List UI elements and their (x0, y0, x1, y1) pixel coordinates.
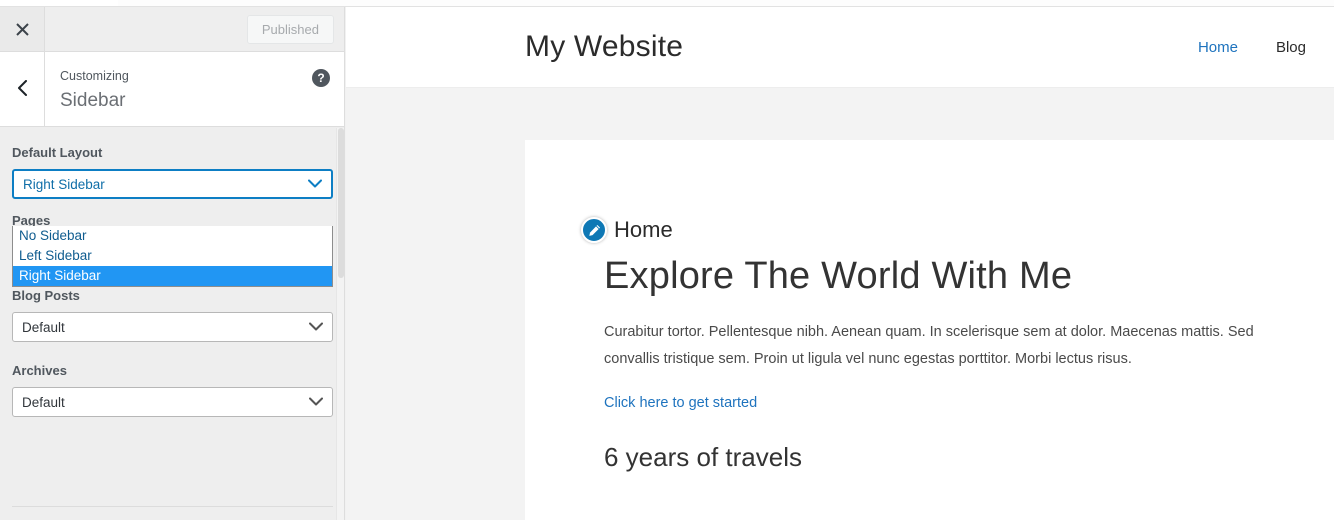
nav-link-home[interactable]: Home (1198, 39, 1238, 56)
top-strip-inner (118, 0, 1334, 6)
post-title: Explore The World With Me (604, 255, 1334, 298)
close-button[interactable] (0, 7, 45, 51)
customizing-label: Customizing (60, 68, 328, 84)
dropdown-option-left-sidebar[interactable]: Left Sidebar (13, 246, 332, 266)
control-label-default-layout: Default Layout (12, 145, 332, 160)
select-archives-value: Default (22, 395, 65, 410)
chevron-down-icon (308, 177, 322, 192)
post-meta: Home (581, 217, 1334, 243)
customizer-controls: Default Layout Right Sidebar Pages Defau… (0, 127, 344, 519)
select-default-layout[interactable]: Right Sidebar (12, 169, 333, 199)
customizer-screen: Published Customizing Sidebar ? Default … (0, 0, 1334, 520)
customizer-panel-header: Customizing Sidebar ? (0, 52, 344, 127)
site-header: My Website Home Blog (346, 7, 1334, 88)
help-icon[interactable]: ? (312, 69, 330, 87)
topbar-spacer (45, 7, 247, 51)
control-label-archives: Archives (12, 363, 332, 378)
publish-button[interactable]: Published (247, 15, 334, 44)
post-subtitle: 6 years of travels (604, 442, 1334, 473)
customizer-sidebar: Published Customizing Sidebar ? Default … (0, 7, 345, 520)
close-icon (16, 23, 29, 36)
section-divider (12, 506, 333, 507)
dropdown-option-no-sidebar[interactable]: No Sidebar (13, 226, 332, 246)
chevron-down-icon (309, 320, 323, 335)
chevron-down-icon (309, 395, 323, 410)
dropdown-option-right-sidebar[interactable]: Right Sidebar (13, 266, 332, 286)
panel-titles: Customizing Sidebar ? (45, 52, 344, 126)
chevron-left-icon (17, 80, 28, 99)
sidebar-scrollbar[interactable] (336, 128, 344, 520)
content-card: Home Explore The World With Me Curabitur… (525, 140, 1334, 520)
get-started-link[interactable]: Click here to get started (604, 395, 757, 411)
site-preview: My Website Home Blog Home Explore The Wo… (346, 7, 1334, 520)
site-title: My Website (525, 30, 683, 64)
browser-top-strip (0, 0, 1334, 7)
edit-pencil-icon[interactable] (581, 217, 607, 243)
post-paragraph: Curabitur tortor. Pellentesque nibh. Aen… (604, 319, 1264, 373)
sidebar-scrollbar-thumb[interactable] (338, 128, 344, 278)
back-button[interactable] (0, 52, 45, 126)
dropdown-default-layout-options[interactable]: No Sidebar Left Sidebar Right Sidebar (12, 226, 333, 287)
nav-link-blog[interactable]: Blog (1276, 39, 1306, 56)
select-archives[interactable]: Default (12, 387, 333, 417)
post-label: Home (614, 217, 673, 243)
page-title: Sidebar (60, 87, 328, 116)
select-blog-posts[interactable]: Default (12, 312, 333, 342)
control-label-blog-posts: Blog Posts (12, 288, 332, 303)
select-blog-posts-value: Default (22, 320, 65, 335)
select-default-layout-value: Right Sidebar (23, 177, 105, 192)
customizer-topbar: Published (0, 7, 344, 52)
site-nav: Home Blog (1198, 39, 1306, 56)
